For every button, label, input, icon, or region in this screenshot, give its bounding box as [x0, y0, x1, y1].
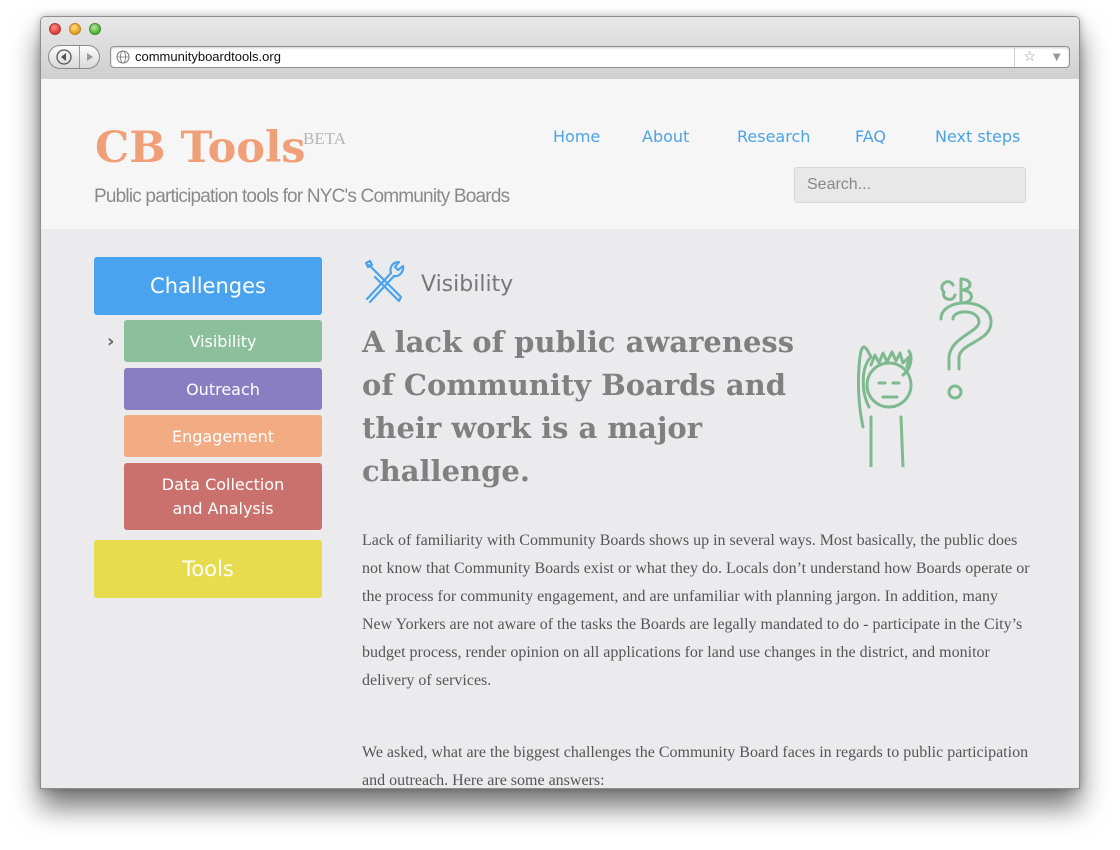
bookmark-star-icon[interactable]: ☆ — [1023, 49, 1036, 65]
doodle-cb-text: CB — [941, 305, 943, 307]
body-paragraph-1: Lack of familiarity with Community Board… — [362, 532, 1030, 689]
sidebar-item-visibility[interactable]: Visibility — [124, 320, 322, 362]
forward-arrow-icon — [87, 53, 93, 61]
nav-next-steps[interactable]: Next steps — [935, 127, 1020, 146]
wrench-screwdriver-icon — [364, 259, 405, 304]
chevron-right-icon: › — [107, 331, 115, 352]
page-headline: A lack of public awareness of Community … — [362, 325, 795, 488]
site-tagline: Public participation tools for NYC's Com… — [94, 186, 510, 207]
back-button[interactable] — [49, 46, 80, 68]
tools-button[interactable]: Tools — [94, 540, 322, 598]
history-buttons — [48, 45, 100, 69]
body-paragraph-2: We asked, what are the biggest challenge… — [362, 744, 1029, 788]
url-text: communityboardtools.org — [135, 49, 281, 64]
back-arrow-icon — [56, 49, 72, 65]
page-content: CB Tools BETA Public participation tools… — [41, 79, 1079, 788]
nav-faq[interactable]: FAQ — [855, 127, 886, 146]
sidebar-item-outreach[interactable]: Outreach — [124, 368, 322, 410]
address-bar[interactable]: communityboardtools.org ☆ ▼ — [110, 46, 1070, 68]
site-logo[interactable]: CB Tools — [95, 123, 306, 173]
beta-label: BETA — [303, 129, 347, 148]
nav-research[interactable]: Research — [737, 127, 810, 146]
nav-home[interactable]: Home — [553, 127, 600, 146]
section-title: Visibility — [421, 272, 514, 297]
sidebar-item-engagement[interactable]: Engagement — [124, 415, 322, 457]
forward-button[interactable] — [80, 46, 99, 68]
challenges-button[interactable]: Challenges — [94, 257, 322, 315]
close-window-button[interactable] — [49, 23, 61, 35]
sidebar-item-data-collection[interactable]: Data Collection and Analysis — [124, 463, 322, 530]
cb-question-doodle: CB — [857, 277, 993, 467]
dropdown-arrow-icon[interactable]: ▼ — [1053, 52, 1061, 63]
search-input[interactable]: Search... — [794, 167, 1026, 203]
nav-about[interactable]: About — [642, 127, 689, 146]
address-bar-tools: ☆ ▼ — [1014, 47, 1069, 67]
browser-window: communityboardtools.org ☆ ▼ CB Tools BET… — [40, 16, 1080, 789]
minimize-window-button[interactable] — [69, 23, 81, 35]
globe-icon — [116, 50, 130, 64]
browser-toolbar: communityboardtools.org ☆ ▼ — [41, 17, 1079, 80]
zoom-window-button[interactable] — [89, 23, 101, 35]
